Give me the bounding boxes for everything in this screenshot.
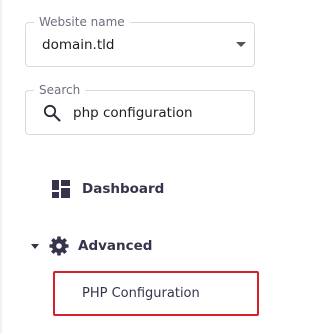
sidebar-item-php-configuration-label: PHP Configuration bbox=[82, 286, 200, 301]
sidebar-item-advanced-label: Advanced bbox=[78, 238, 153, 254]
expand-triangle-icon[interactable] bbox=[31, 243, 39, 249]
sidebar-border bbox=[0, 0, 2, 333]
sidebar-item-dashboard[interactable]: Dashboard bbox=[52, 180, 164, 198]
gear-icon bbox=[49, 236, 69, 256]
chevron-down-icon[interactable] bbox=[236, 42, 246, 47]
search-input[interactable]: Search php configuration bbox=[25, 82, 255, 135]
website-name-select[interactable]: Website name domain.tld bbox=[25, 14, 255, 67]
search-label: Search bbox=[34, 82, 86, 98]
dashboard-icon bbox=[52, 180, 70, 198]
sidebar-item-advanced[interactable]: Advanced bbox=[31, 236, 152, 256]
website-name-label: Website name bbox=[34, 14, 130, 30]
website-name-value: domain.tld bbox=[42, 37, 115, 53]
search-value: php configuration bbox=[73, 105, 193, 121]
sidebar-item-dashboard-label: Dashboard bbox=[82, 181, 165, 197]
sidebar-item-php-configuration[interactable]: PHP Configuration bbox=[53, 271, 259, 316]
search-icon bbox=[43, 104, 61, 122]
